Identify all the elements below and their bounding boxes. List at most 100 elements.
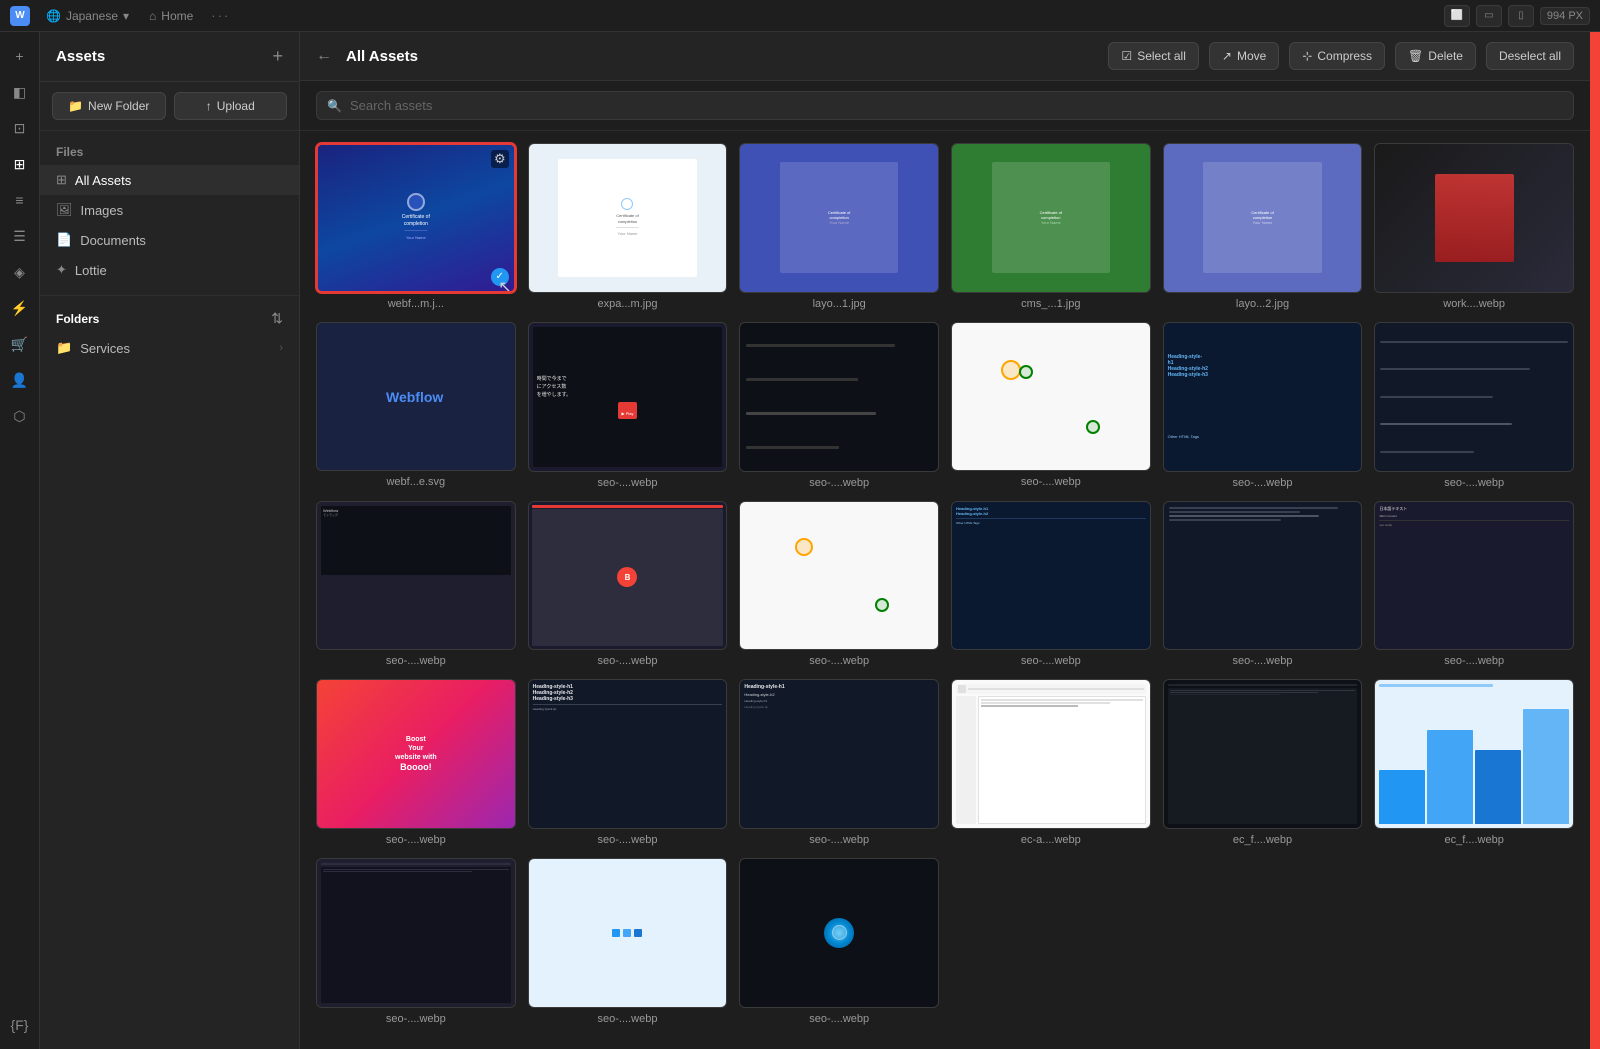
asset-thumbnail: B [528, 501, 728, 651]
app-logo[interactable]: W [10, 6, 30, 26]
asset-name: seo-....webp [528, 834, 728, 846]
asset-name: seo-....webp [1374, 477, 1574, 489]
asset-thumbnail [739, 501, 939, 651]
interactions-icon[interactable]: ⚡ [4, 292, 36, 324]
images-icon: 🖼 [56, 202, 73, 218]
sidebar-item-all-assets[interactable]: ⊞ All Assets [40, 165, 299, 195]
asset-thumbnail [951, 322, 1151, 472]
layers-icon[interactable]: ◧ [4, 76, 36, 108]
asset-item[interactable]: BoostYourwebsite withBoooo! seo-....webp [316, 679, 516, 846]
asset-item[interactable]: Certificate ofcompletionYour Name layo..… [739, 143, 939, 310]
asset-item[interactable]: seo-....webp [739, 501, 939, 668]
folders-expand-icon[interactable]: ⇅ [271, 310, 283, 327]
folder-arrow-icon: › [279, 342, 283, 354]
users-icon[interactable]: 👤 [4, 364, 36, 396]
asset-thumbnail: Certificate ofcompletionYour Name [951, 143, 1151, 293]
home-nav-item[interactable]: ⌂ Home [139, 6, 203, 26]
asset-item[interactable]: Heading-style-h1Heading-style-h2Heading-… [1163, 322, 1363, 489]
upload-icon: ↑ [206, 99, 212, 113]
upload-button[interactable]: ↑ Upload [174, 92, 288, 120]
back-button[interactable]: ← [316, 47, 332, 65]
sidebar-item-lottie[interactable]: ✦ Lottie [40, 255, 299, 285]
asset-name: webf...e.svg [316, 476, 516, 488]
asset-item[interactable]: Heading-style-h1 Heading-style-h2 Headin… [739, 679, 939, 846]
search-input[interactable] [350, 98, 1563, 113]
asset-item[interactable]: Heading-style-h1Heading-style-h2 Other H… [951, 501, 1151, 668]
asset-name: webf...m.j... [316, 298, 516, 310]
asset-thumbnail: Certificate ofcompletion────────Your Nam… [316, 143, 516, 293]
mobile-view-btn[interactable]: ▯ [1508, 5, 1534, 27]
asset-item[interactable]: seo-....webp [316, 858, 516, 1025]
asset-item[interactable]: seo-....webp [528, 858, 728, 1025]
asset-item[interactable]: seo-....webp [739, 322, 939, 489]
move-icon: ↗ [1222, 49, 1232, 63]
asset-thumbnail: Heading-style-h1Heading-style-h2Heading-… [528, 679, 728, 829]
asset-thumbnail: Certificate ofcompletionYour Name [739, 143, 939, 293]
more-options[interactable]: ··· [211, 8, 230, 23]
sidebar-title: Assets [56, 48, 105, 65]
asset-thumbnail [316, 858, 516, 1008]
lottie-icon: ✦ [56, 262, 67, 278]
files-section: Files ⊞ All Assets 🖼 Images 📄 Documents … [40, 131, 299, 295]
asset-item[interactable]: seo-....webp [1163, 501, 1363, 668]
cms-icon[interactable]: ≡ [4, 184, 36, 216]
asset-item[interactable]: ec_f....webp [1374, 679, 1574, 846]
ecomm-icon[interactable]: 🛒 [4, 328, 36, 360]
sidebar-item-documents[interactable]: 📄 Documents [40, 225, 299, 255]
language-selector[interactable]: 🌐 Japanese ▾ [36, 6, 139, 26]
tablet-view-btn[interactable]: ▭ [1476, 5, 1502, 27]
asset-item[interactable]: 時間で今までにアクセス数を増やします。 ▶ Play seo-....webp [528, 322, 728, 489]
logic-icon[interactable]: ⬡ [4, 400, 36, 432]
sidebar-item-services[interactable]: 📁 Services › [40, 333, 299, 363]
asset-thumbnail [951, 679, 1151, 829]
asset-thumbnail: Webflow でドラッグ [316, 501, 516, 651]
asset-item[interactable]: Webflow でドラッグ seo-....webp [316, 501, 516, 668]
components-icon[interactable]: ⊡ [4, 112, 36, 144]
asset-thumbnail: 時間で今までにアクセス数を増やします。 ▶ Play [528, 322, 728, 472]
compress-icon: ⊹ [1302, 49, 1312, 63]
asset-item[interactable]: seo-....webp [1374, 322, 1574, 489]
asset-name: seo-....webp [951, 655, 1151, 667]
asset-item[interactable]: Webflow webf...e.svg [316, 322, 516, 489]
right-panel [1590, 32, 1600, 1049]
chevron-down-icon: ▾ [123, 9, 129, 23]
vars-icon[interactable]: {F} [4, 1009, 36, 1041]
asset-item[interactable]: seo-....webp [739, 858, 939, 1025]
asset-item[interactable]: Certificate ofcompletionYour Name layo..… [1163, 143, 1363, 310]
asset-thumbnail: Webflow [316, 322, 516, 472]
asset-grid: Certificate ofcompletion────────Your Nam… [300, 131, 1590, 1049]
pages-icon[interactable]: ☰ [4, 220, 36, 252]
asset-item[interactable]: ec_f....webp [1163, 679, 1363, 846]
desktop-view-btn[interactable]: ⬜ [1444, 5, 1470, 27]
cursor-icon: ↖ [498, 277, 511, 293]
add-icon[interactable]: + [4, 40, 36, 72]
asset-item[interactable]: Certificate ofcompletionYour Name cms_..… [951, 143, 1151, 310]
compress-button[interactable]: ⊹ Compress [1289, 42, 1385, 70]
asset-item[interactable]: work....webp [1374, 143, 1574, 310]
asset-item[interactable]: 日本語テキスト SEO Content seo webp seo-....web… [1374, 501, 1574, 668]
asset-item[interactable]: Heading-style-h1Heading-style-h2Heading-… [528, 679, 728, 846]
asset-thumbnail [1374, 143, 1574, 293]
gear-icon[interactable]: ⚙ [491, 150, 509, 168]
move-button[interactable]: ↗ Move [1209, 42, 1279, 70]
px-indicator: 994 PX [1540, 7, 1590, 25]
asset-thumbnail: 日本語テキスト SEO Content seo webp [1374, 501, 1574, 651]
asset-item[interactable]: ec-a....webp [951, 679, 1151, 846]
sidebar-add-icon[interactable]: + [272, 46, 283, 67]
home-icon: ⌂ [149, 9, 156, 23]
new-folder-button[interactable]: 📁 New Folder [52, 92, 166, 120]
asset-name: ec_f....webp [1163, 834, 1363, 846]
sidebar-item-images[interactable]: 🖼 Images [40, 195, 299, 225]
deselect-all-button[interactable]: Deselect all [1486, 42, 1574, 70]
asset-item[interactable]: Certificate ofcompletion────────Your Nam… [316, 143, 516, 310]
assets-icon[interactable]: ⊞ [4, 148, 36, 180]
search-icon: 🔍 [327, 99, 342, 113]
trash-icon: 🗑 [1408, 49, 1423, 63]
select-all-button[interactable]: ☑ Select all [1108, 42, 1198, 70]
asset-thumbnail [739, 858, 939, 1008]
style-icon[interactable]: ◈ [4, 256, 36, 288]
asset-item[interactable]: Certificate ofcompletion────────Your Nam… [528, 143, 728, 310]
asset-item[interactable]: B seo-....webp [528, 501, 728, 668]
asset-item[interactable]: seo-....webp [951, 322, 1151, 489]
delete-button[interactable]: 🗑 Delete [1395, 42, 1476, 70]
